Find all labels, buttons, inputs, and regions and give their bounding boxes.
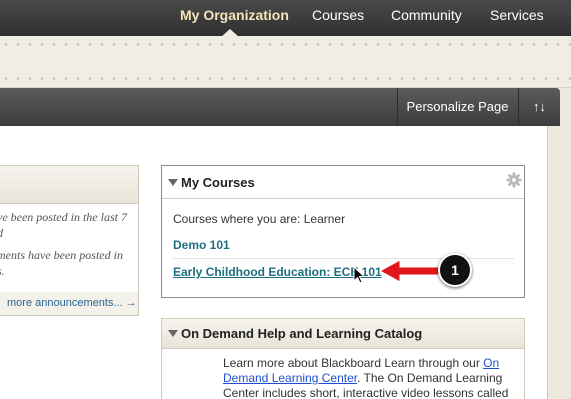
decorative-dots-bottom [0,77,571,80]
header-strip [0,36,571,88]
my-courses-module: My Courses Courses where you are: Learne… [161,165,525,298]
reorder-arrows-icon[interactable]: ↑↓ [518,88,560,126]
announcements-module-header [0,166,138,204]
my-courses-title: My Courses [181,175,255,190]
callout-step-badge: 1 [438,253,472,287]
courses-role-label: Courses where you are: Learner [173,212,346,226]
announcements-module-body: ve been posted in the last 7 d ments hav… [0,204,138,292]
on-demand-title: On Demand Help and Learning Catalog [181,326,423,341]
on-demand-text: Learn more about Blackboard Learn throug… [223,356,484,370]
top-navigation: My Organization Courses Community Servic… [0,0,571,37]
mouse-cursor-icon [353,266,365,284]
on-demand-body: Learn more about Blackboard Learn throug… [223,356,511,399]
personalize-page-button[interactable]: Personalize Page [397,88,517,126]
on-demand-help-module: On Demand Help and Learning Catalog Lear… [161,318,525,399]
announcement-text-line: ve been posted in the last 7 [0,210,127,224]
on-demand-header: On Demand Help and Learning Catalog [162,319,524,349]
more-announcements-link[interactable]: more announcements... → [7,292,137,314]
course-link-ece-101[interactable]: Early Childhood Education: ECE 101 [173,265,382,279]
course-link-demo-101[interactable]: Demo 101 [173,238,230,252]
tab-community[interactable]: Community [391,0,462,36]
tab-courses[interactable]: Courses [312,0,364,36]
gear-icon[interactable] [505,171,523,189]
announcement-text-line: ments have been posted in [0,248,123,262]
announcement-text-line: d [0,225,3,241]
announcement-text-line: s. [0,264,5,278]
collapse-triangle-icon[interactable] [168,330,178,337]
page-toolbar: Personalize Page ↑↓ [0,88,560,126]
tab-services[interactable]: Services [490,0,544,36]
my-courses-header: My Courses [162,166,524,199]
announcements-module: ve been posted in the last 7 d ments hav… [0,165,139,316]
collapse-triangle-icon[interactable] [168,179,178,186]
decorative-dots-top [0,43,571,46]
